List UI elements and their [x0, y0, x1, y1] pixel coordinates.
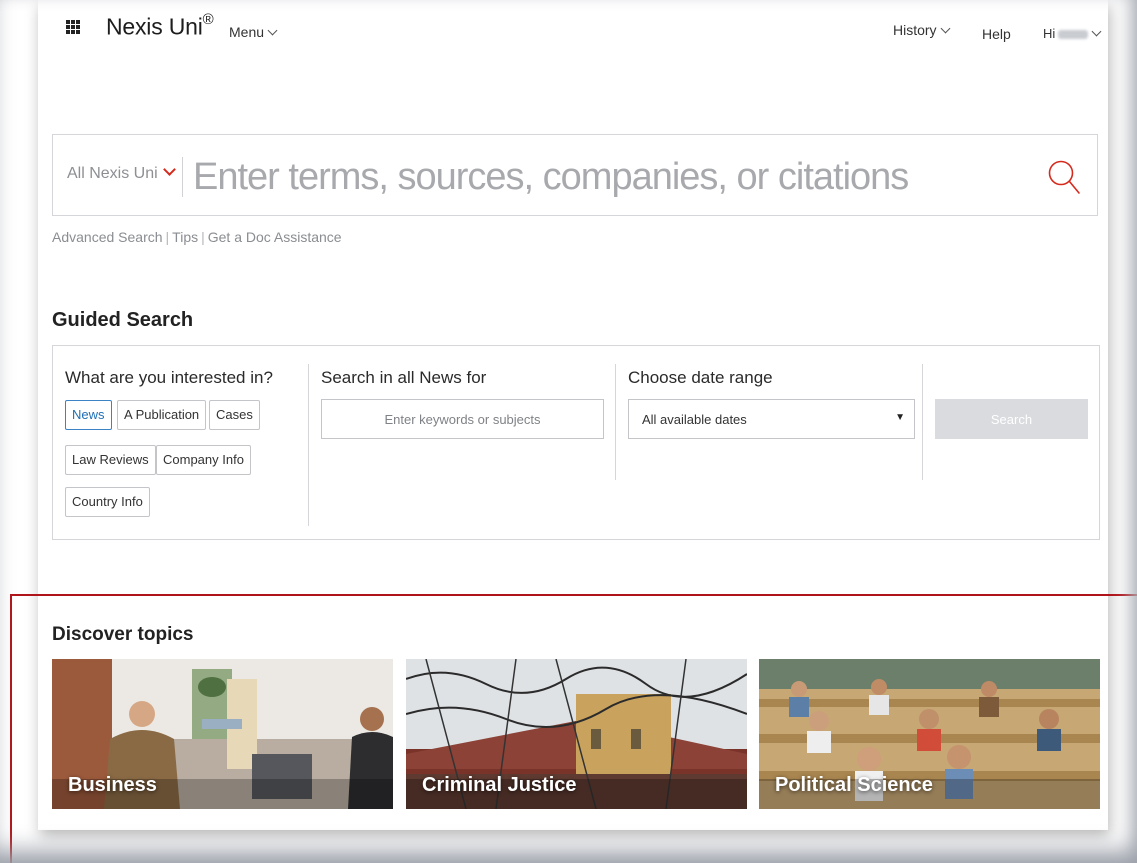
chip-a-publication[interactable]: A Publication [117, 400, 207, 430]
search-in-title: Search in all News for [321, 368, 487, 387]
date-range-select[interactable]: All available dates ▼ [628, 399, 915, 439]
topic-tile-criminal-justice[interactable]: Criminal Justice [406, 659, 747, 809]
discover-topics-title: Discover topics [52, 624, 194, 645]
redacted-username [1058, 30, 1089, 40]
search-sub-links: Advanced Search | Tips | Get a Doc Assistanc… [52, 229, 342, 245]
search-input[interactable] [191, 149, 1015, 205]
menu-label: Menu [229, 24, 265, 40]
chevron-down-icon [940, 23, 951, 34]
advanced-search-link[interactable]: Advanced Search [52, 229, 163, 245]
history-label: History [893, 22, 937, 38]
chevron-down-icon [162, 163, 176, 176]
scope-label: All Nexis Uni [67, 165, 158, 182]
menu-dropdown[interactable]: Menu [229, 24, 278, 40]
chip-company-info[interactable]: Company Info [156, 445, 251, 475]
main-search-bar: All Nexis Uni [52, 134, 1098, 216]
search-scope-dropdown[interactable]: All Nexis Uni [67, 163, 176, 183]
get-a-doc-link[interactable]: Get a Doc Assistance [208, 229, 342, 245]
topic-label: Criminal Justice [422, 774, 577, 796]
topic-tile-political-science[interactable]: Political Science [759, 659, 1100, 809]
link-separator: | [165, 229, 170, 245]
greeting: Hi [1043, 26, 1056, 41]
scope-divider [182, 157, 183, 197]
topic-tile-business[interactable]: Business [52, 659, 393, 809]
search-icon[interactable] [1047, 159, 1081, 195]
guided-search-button[interactable]: Search [935, 399, 1088, 439]
date-range-title: Choose date range [628, 368, 773, 387]
caret-down-icon: ▼ [895, 412, 905, 423]
keyword-input[interactable] [321, 399, 604, 439]
chip-country-info[interactable]: Country Info [65, 487, 150, 517]
help-link[interactable]: Help [982, 26, 1011, 42]
app-grid-icon[interactable] [66, 20, 80, 34]
tips-link[interactable]: Tips [172, 229, 198, 245]
date-range-value: All available dates [642, 412, 747, 427]
chevron-down-icon [1091, 26, 1102, 37]
topic-label: Political Science [775, 774, 933, 796]
chevron-down-icon [267, 25, 278, 36]
topic-label: Business [68, 774, 157, 796]
guided-search-panel: What are you interested in? News A Publi… [52, 345, 1100, 540]
link-separator: | [201, 229, 205, 245]
user-menu[interactable]: Hi [1043, 26, 1102, 41]
column-divider [615, 364, 616, 480]
history-dropdown[interactable]: History [893, 22, 951, 38]
chip-law-reviews[interactable]: Law Reviews [65, 445, 156, 475]
column-divider [922, 364, 923, 480]
guided-search-title: Guided Search [52, 309, 194, 331]
chip-cases[interactable]: Cases [209, 400, 260, 430]
column-divider [308, 364, 309, 526]
brand-logo[interactable]: Nexis Uni® [106, 11, 214, 41]
chip-news[interactable]: News [65, 400, 112, 430]
interest-title: What are you interested in? [65, 368, 273, 387]
